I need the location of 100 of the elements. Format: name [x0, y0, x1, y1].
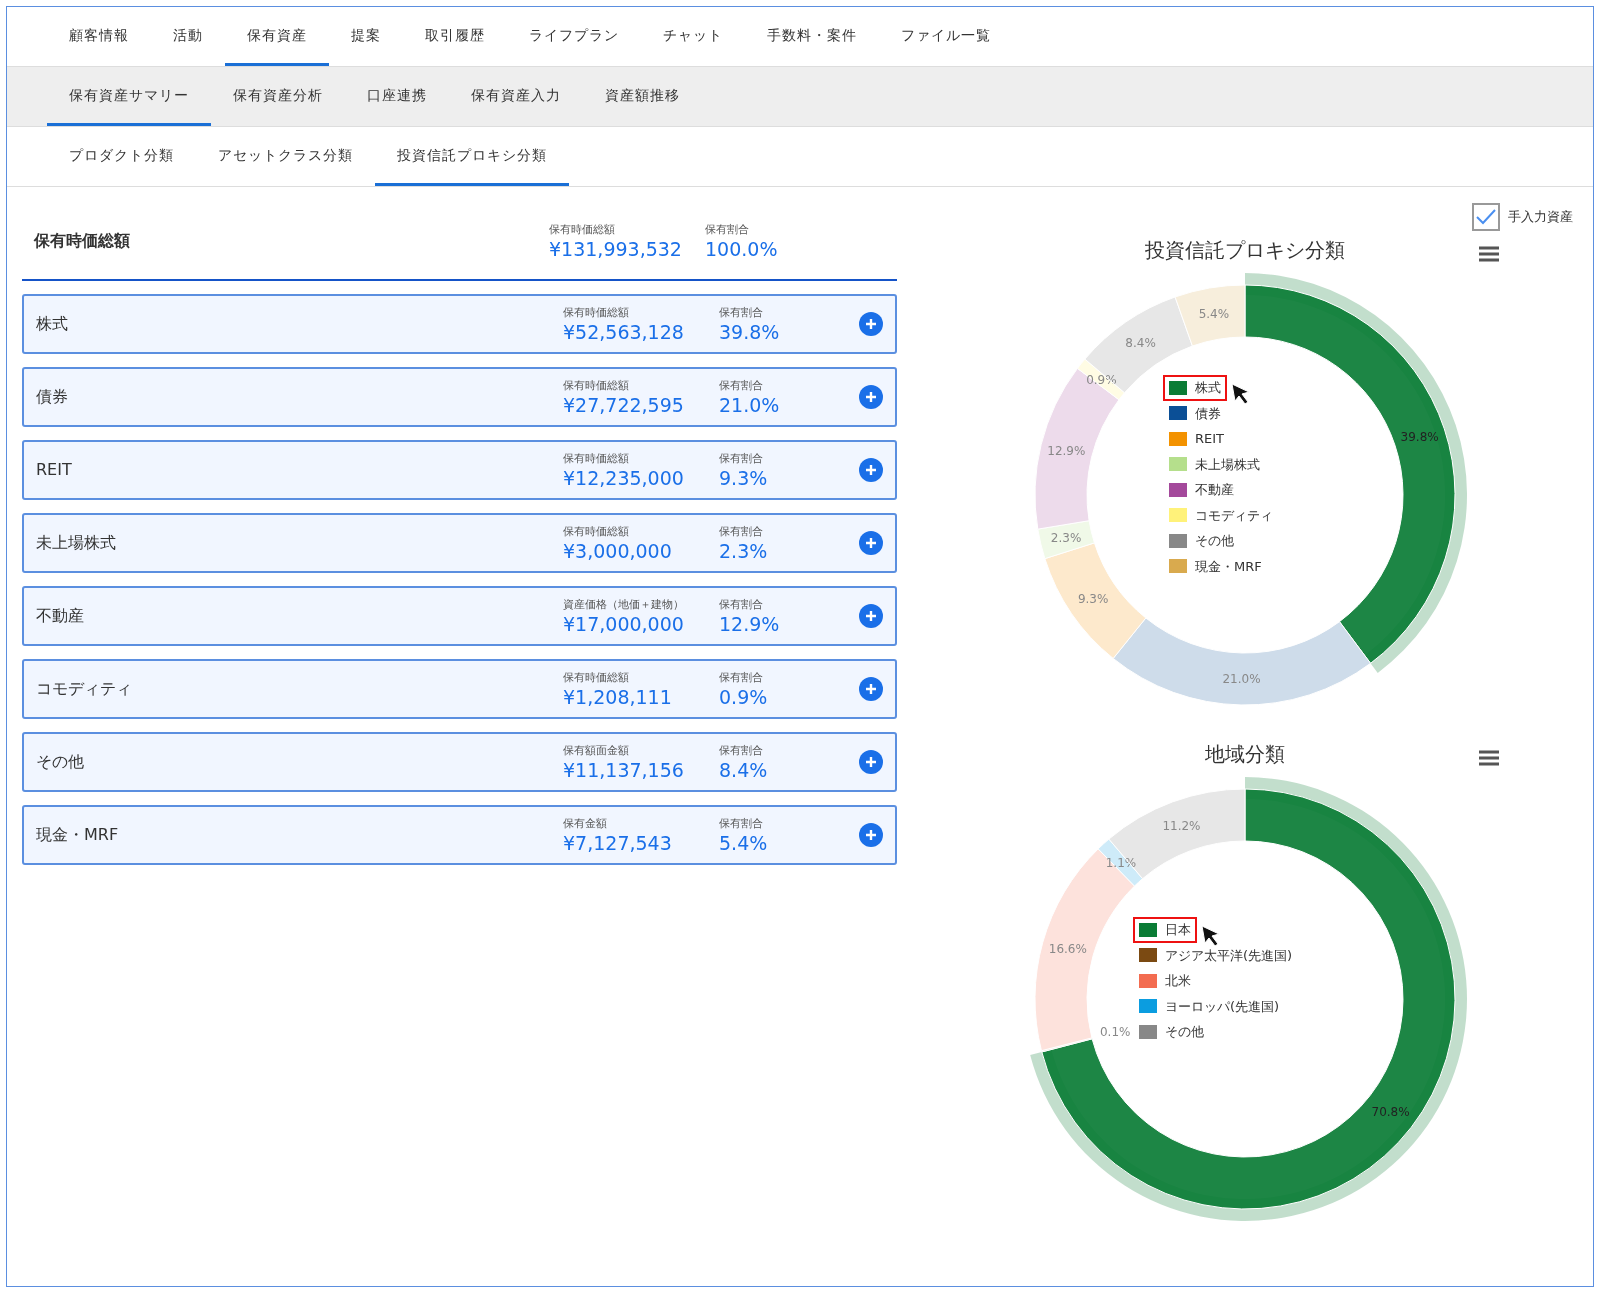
amount-caption: 保有時価総額 — [563, 378, 630, 395]
amount-value: ¥1,208,111 — [563, 686, 673, 708]
tab[interactable]: 取引履歴 — [403, 7, 507, 66]
asset-name: 不動産 — [36, 605, 85, 627]
plus-icon — [865, 756, 877, 768]
amount-value: ¥3,000,000 — [563, 540, 673, 562]
checkbox-label: 手入力資産 — [1508, 208, 1573, 227]
ratio-caption: 保有割合 — [719, 670, 764, 687]
legend-label: 株式 — [1195, 379, 1221, 397]
legend-label: ヨーロッパ(先進国) — [1165, 997, 1280, 1016]
legend-item[interactable]: REIT — [1163, 426, 1231, 452]
legend-label: その他 — [1165, 1023, 1204, 1041]
data-label: 5.4% — [1198, 306, 1230, 321]
plus-icon — [865, 683, 877, 695]
plus-icon — [865, 537, 877, 549]
amount-value: ¥7,127,543 — [563, 832, 673, 854]
donut-slice[interactable] — [1084, 296, 1193, 394]
ratio-caption: 保有割合 — [705, 222, 750, 239]
asset-name: コモディティ — [36, 678, 133, 700]
legend-item[interactable]: 北米 — [1133, 968, 1197, 994]
tab[interactable]: チャット — [641, 7, 745, 66]
donut-slice[interactable] — [1076, 358, 1126, 401]
amount-caption: 保有時価総額 — [563, 305, 630, 322]
data-label: 39.8% — [1400, 430, 1439, 445]
ratio-value: 8.4% — [719, 759, 769, 781]
amount-value: ¥52,563,128 — [563, 321, 685, 343]
amount-value: ¥17,000,000 — [563, 613, 685, 635]
legend-item[interactable]: 未上場株式 — [1163, 451, 1266, 477]
legend-item[interactable]: 債券 — [1163, 400, 1227, 426]
legend-item[interactable]: その他 — [1163, 528, 1240, 554]
legend-item[interactable]: 現金・MRF — [1163, 553, 1268, 579]
tab[interactable]: 投資信託プロキシ分類 — [375, 127, 569, 186]
tab[interactable]: ライフプラン — [507, 7, 641, 66]
tab[interactable]: 手数料・案件 — [745, 7, 879, 66]
ratio-caption: 保有割合 — [719, 743, 764, 760]
amount-value: ¥131,993,532 — [549, 238, 683, 260]
ratio-caption: 保有割合 — [719, 597, 764, 614]
legend-label: 北米 — [1165, 972, 1191, 990]
add-button[interactable] — [859, 677, 883, 701]
amount-caption: 保有時価総額 — [549, 222, 616, 239]
add-button[interactable] — [859, 823, 883, 847]
donut-slice[interactable] — [1034, 848, 1135, 1052]
amount-caption: 保有時価総額 — [563, 524, 630, 541]
plus-icon — [865, 464, 877, 476]
asset-name: その他 — [36, 751, 85, 773]
tab[interactable]: 保有資産入力 — [449, 67, 583, 126]
data-label: 8.4% — [1125, 336, 1156, 351]
legend-label: 未上場株式 — [1195, 455, 1260, 474]
add-button[interactable] — [859, 385, 883, 409]
amount-value: ¥11,137,156 — [563, 759, 685, 781]
ratio-caption: 保有割合 — [719, 451, 764, 468]
cursor-icon — [1231, 383, 1251, 405]
amount-caption: 保有時価総額 — [563, 670, 630, 687]
data-label: 2.3% — [1050, 530, 1082, 545]
tab[interactable]: 活動 — [151, 7, 225, 66]
legend-label: 不動産 — [1195, 481, 1234, 499]
data-label: 70.8% — [1371, 1104, 1410, 1119]
legend-label: 債券 — [1195, 404, 1221, 423]
asset-name: 債券 — [36, 386, 69, 408]
legend-label: 日本 — [1165, 921, 1191, 939]
ratio-value: 0.9% — [719, 686, 769, 708]
legend-label: REIT — [1195, 430, 1225, 448]
add-button[interactable] — [859, 458, 883, 482]
amount-caption: 保有時価総額 — [563, 451, 630, 468]
plus-icon — [865, 318, 877, 330]
tab[interactable]: プロダクト分類 — [47, 127, 196, 186]
data-label: 11.2% — [1162, 819, 1201, 834]
data-label: 21.0% — [1222, 671, 1261, 686]
legend-label: アジア太平洋(先進国) — [1165, 946, 1293, 965]
donut-slice[interactable] — [1112, 617, 1372, 706]
ratio-caption: 保有割合 — [719, 816, 764, 833]
checkbox[interactable] — [1472, 203, 1500, 231]
donut-slice[interactable] — [1040, 1037, 1093, 1053]
add-button[interactable] — [859, 750, 883, 774]
tab[interactable]: ファイル一覧 — [879, 7, 1013, 66]
legend-item[interactable]: ヨーロッパ(先進国) — [1133, 993, 1286, 1019]
data-label: 9.3% — [1077, 591, 1109, 606]
tab[interactable]: 保有資産サマリー — [47, 67, 211, 126]
ratio-caption: 保有割合 — [719, 305, 764, 322]
tab[interactable]: 顧客情報 — [47, 7, 151, 66]
tab[interactable]: 保有資産分析 — [211, 67, 345, 126]
legend-item[interactable]: 不動産 — [1163, 477, 1240, 503]
tab[interactable]: アセットクラス分類 — [196, 127, 375, 186]
legend-label: その他 — [1195, 532, 1234, 550]
data-label: 16.6% — [1048, 942, 1087, 957]
legend-item[interactable]: コモディティ — [1163, 502, 1279, 528]
ratio-caption: 保有割合 — [719, 378, 764, 395]
add-button[interactable] — [859, 531, 883, 555]
data-label: 12.9% — [1047, 443, 1086, 458]
tab[interactable]: 資産額推移 — [583, 67, 702, 126]
cursor-icon — [1201, 925, 1221, 947]
legend-item[interactable]: アジア太平洋(先進国) — [1133, 942, 1299, 968]
ratio-value: 9.3% — [719, 467, 769, 489]
add-button[interactable] — [859, 604, 883, 628]
legend-item[interactable]: その他 — [1133, 1019, 1210, 1045]
tab[interactable]: 口座連携 — [345, 67, 449, 126]
add-button[interactable] — [859, 312, 883, 336]
ratio-value: 2.3% — [719, 540, 769, 562]
tab[interactable]: 提案 — [329, 7, 403, 66]
amount-value: ¥27,722,595 — [563, 394, 685, 416]
